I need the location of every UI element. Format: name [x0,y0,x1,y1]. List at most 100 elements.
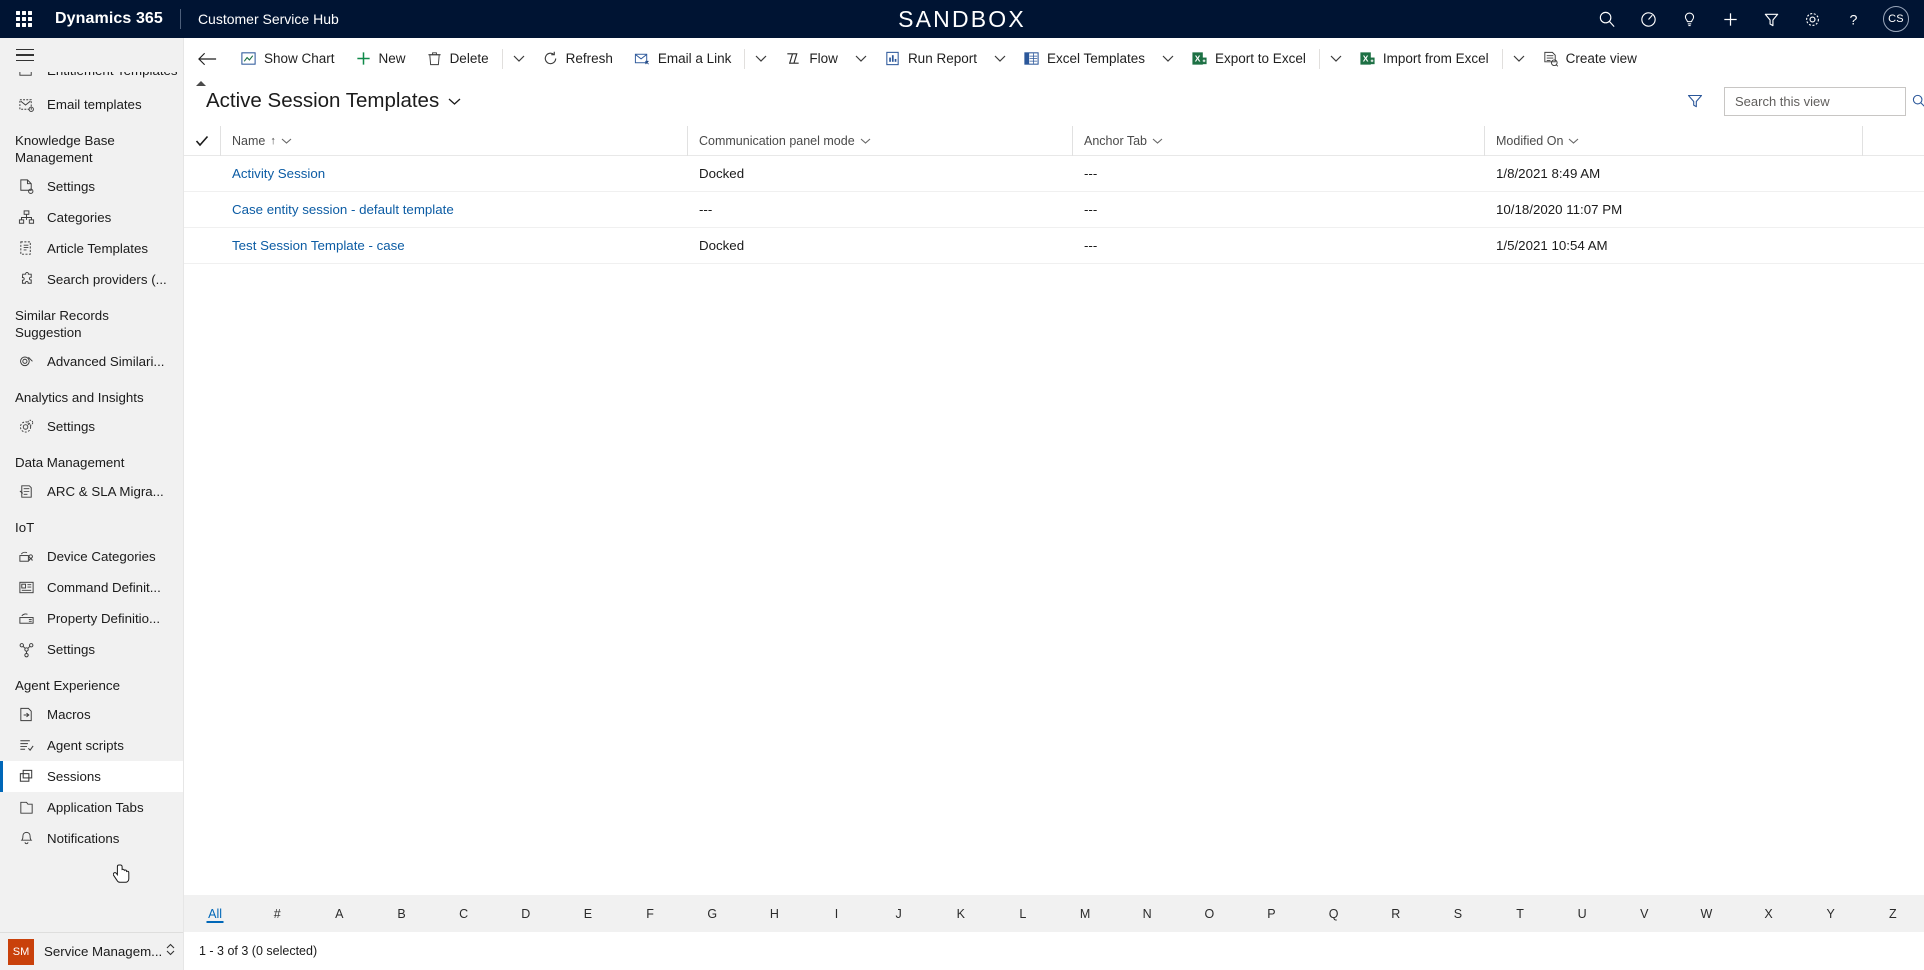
alpha-filter-k[interactable]: K [930,895,992,932]
run-report-button-caret[interactable] [987,38,1013,80]
alpha-filter-y[interactable]: Y [1800,895,1862,932]
sidebar-item-notifications[interactable]: Notifications [0,823,183,854]
column-header-communication-panel-mode[interactable]: Communication panel mode [687,125,1072,156]
sidebar-item-categories[interactable]: Categories [0,202,183,233]
run-report-button[interactable]: Run Report [874,38,987,80]
table-row[interactable]: Case entity session - default template --… [184,192,1924,228]
alpha-filter-h[interactable]: H [743,895,805,932]
chevron-down-icon[interactable] [1152,134,1163,148]
alpha-filter-q[interactable]: Q [1303,895,1365,932]
search-icon[interactable] [1911,93,1924,109]
flow-button-caret[interactable] [848,38,874,80]
sidebar-item-sessions[interactable]: Sessions [0,761,183,792]
hamburger-menu-icon[interactable] [0,38,183,72]
sidebar-item-device-categories[interactable]: Device Categories [0,541,183,572]
brand-label[interactable]: Dynamics 365 [55,10,163,28]
sidebar-item-macros[interactable]: Macros [0,699,183,730]
filter-icon[interactable] [1751,0,1792,38]
overflow-caret-3[interactable] [1323,38,1349,80]
record-link[interactable]: Case entity session - default template [232,202,454,217]
alpha-filter-u[interactable]: U [1551,895,1613,932]
overflow-caret-1[interactable] [506,38,532,80]
alpha-filter-g[interactable]: G [681,895,743,932]
chevron-down-icon[interactable] [281,134,292,148]
alpha-filter-f[interactable]: F [619,895,681,932]
alpha-filter-all[interactable]: All [184,895,246,932]
app-launcher-icon[interactable] [0,0,48,38]
alpha-filter-e[interactable]: E [557,895,619,932]
cell-name[interactable]: Case entity session - default template [220,202,687,217]
overflow-caret-4[interactable] [1506,38,1532,80]
alpha-filter-o[interactable]: O [1178,895,1240,932]
alpha-filter-r[interactable]: R [1365,895,1427,932]
filter-icon[interactable] [1684,90,1706,112]
alpha-filter-m[interactable]: M [1054,895,1116,932]
search-input[interactable] [1735,93,1911,109]
back-button[interactable] [190,42,224,76]
record-link[interactable]: Test Session Template - case [232,238,405,253]
sidebar-item-command-definitions[interactable]: Command Definit... [0,572,183,603]
avatar[interactable]: CS [1874,0,1918,38]
overflow-caret-2[interactable] [748,38,774,80]
refresh-button[interactable]: Refresh [532,38,623,80]
page-title[interactable]: Active Session Templates [206,89,439,113]
alpha-filter-hash[interactable]: # [246,895,308,932]
table-row[interactable]: Test Session Template - case Docked --- 1/5… [184,228,1924,264]
sidebar-item-search-providers[interactable]: Search providers (... [0,264,183,295]
export-to-excel-button[interactable]: X Export to Excel [1181,38,1316,80]
alpha-filter-w[interactable]: W [1675,895,1737,932]
lightbulb-icon[interactable] [1669,0,1710,38]
diagnostics-icon[interactable] [1628,0,1669,38]
delete-button[interactable]: Delete [416,38,499,80]
record-link[interactable]: Activity Session [232,166,325,181]
sidebar-item-analytics-settings[interactable]: Settings [0,411,183,442]
sidebar-item-arc-sla-migration[interactable]: ARC & SLA Migra... [0,476,183,507]
settings-gear-icon[interactable] [1792,0,1833,38]
alpha-filter-b[interactable]: B [370,895,432,932]
alpha-filter-s[interactable]: S [1427,895,1489,932]
excel-templates-button[interactable]: Excel Templates [1013,38,1155,80]
search-icon[interactable] [1587,0,1628,38]
app-name-label[interactable]: Customer Service Hub [198,11,339,27]
chevron-down-icon[interactable] [860,134,871,148]
alpha-filter-t[interactable]: T [1489,895,1551,932]
quick-create-icon[interactable] [1710,0,1751,38]
sidebar-item-advanced-similarity[interactable]: Advanced Similari... [0,346,183,377]
sidebar-item-email-templates[interactable]: Email templates [0,89,183,120]
chevron-down-icon[interactable] [448,97,461,106]
email-a-link-button[interactable]: Email a Link [623,38,742,80]
sidebar-scroll-up-icon[interactable] [194,76,208,90]
sitemap-area-switcher[interactable]: SM Service Managem... [0,932,183,970]
excel-templates-button-caret[interactable] [1155,38,1181,80]
create-view-button[interactable]: Create view [1532,38,1647,80]
alpha-filter-d[interactable]: D [495,895,557,932]
select-all-checkbox[interactable] [184,135,220,147]
new-button[interactable]: New [345,38,416,80]
alpha-filter-p[interactable]: P [1240,895,1302,932]
alpha-filter-l[interactable]: L [992,895,1054,932]
column-header-name[interactable]: Name ↑ [220,125,687,156]
column-resize-handle[interactable] [1862,125,1868,156]
alpha-filter-v[interactable]: V [1613,895,1675,932]
import-from-excel-button[interactable]: X Import from Excel [1349,38,1499,80]
chevron-down-icon[interactable] [1568,134,1579,148]
alpha-filter-i[interactable]: I [805,895,867,932]
sidebar-item-kb-settings[interactable]: Settings [0,171,183,202]
sidebar-item-article-templates[interactable]: Article Templates [0,233,183,264]
column-header-anchor-tab[interactable]: Anchor Tab [1072,125,1484,156]
alpha-filter-n[interactable]: N [1116,895,1178,932]
sidebar-item-application-tabs[interactable]: Application Tabs [0,792,183,823]
show-chart-button[interactable]: Show Chart [230,38,345,80]
table-row[interactable]: Activity Session Docked --- 1/8/2021 8:49 A… [184,156,1924,192]
flow-button[interactable]: Flow [774,38,848,80]
search-input-wrapper[interactable] [1724,86,1924,116]
alpha-filter-c[interactable]: C [433,895,495,932]
updown-chevron-icon[interactable] [165,942,176,962]
alpha-filter-j[interactable]: J [868,895,930,932]
cell-name[interactable]: Activity Session [220,166,687,181]
sidebar-item-agent-scripts[interactable]: Agent scripts [0,730,183,761]
alpha-filter-z[interactable]: Z [1862,895,1924,932]
help-icon[interactable]: ? [1833,0,1874,38]
cell-name[interactable]: Test Session Template - case [220,238,687,253]
alpha-filter-x[interactable]: X [1738,895,1800,932]
